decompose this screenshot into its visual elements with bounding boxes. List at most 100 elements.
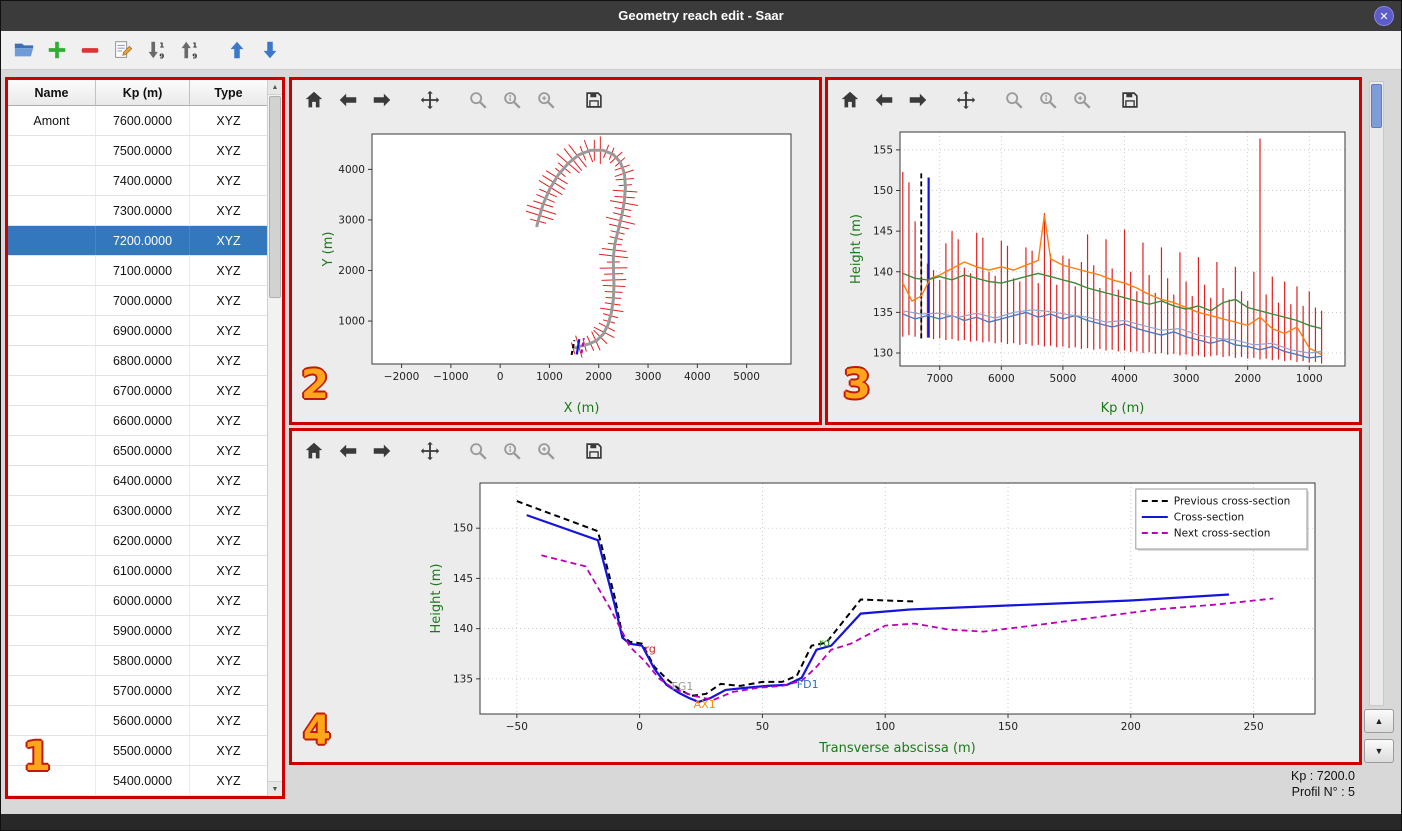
- pan-icon: [420, 90, 440, 110]
- table-scrollbar-thumb[interactable]: [269, 96, 281, 298]
- titlebar[interactable]: Geometry reach edit - Saar ✕: [1, 1, 1401, 31]
- table-row[interactable]: Amont 7600.0000 XYZ: [8, 106, 268, 136]
- profile-down-button[interactable]: ▼: [1364, 739, 1394, 763]
- svg-text:3000: 3000: [338, 214, 365, 226]
- svg-text:Next cross-section: Next cross-section: [1174, 528, 1271, 540]
- long-profile-chart[interactable]: 7000 6000 5000 4000 3000 2000 1000 130 135 140 145…: [828, 120, 1359, 420]
- save-button[interactable]: [580, 85, 610, 115]
- pan-button[interactable]: [952, 85, 982, 115]
- table-row[interactable]: 6300.0000 XYZ: [8, 496, 268, 526]
- table-scrollbar[interactable]: ▲ ▼: [267, 80, 282, 796]
- table-cell-type: XYZ: [190, 166, 268, 195]
- forward-button[interactable]: [368, 436, 398, 466]
- table-cell-type: XYZ: [190, 316, 268, 345]
- bottom-bar: [1, 814, 1401, 830]
- table-row[interactable]: 6600.0000 XYZ: [8, 406, 268, 436]
- svg-text:150: 150: [453, 523, 473, 535]
- table-cell-kp: 5500.0000: [96, 736, 190, 765]
- table-row[interactable]: 5600.0000 XYZ: [8, 706, 268, 736]
- home-button[interactable]: [836, 85, 866, 115]
- table-row[interactable]: 5800.0000 XYZ: [8, 646, 268, 676]
- table-row[interactable]: 6400.0000 XYZ: [8, 466, 268, 496]
- app-window: Geometry reach edit - Saar ✕ 19 19 Name …: [0, 0, 1402, 831]
- forward-button[interactable]: [368, 85, 398, 115]
- svg-text:1: 1: [192, 40, 197, 49]
- home-button[interactable]: [300, 436, 330, 466]
- table-row[interactable]: 7400.0000 XYZ: [8, 166, 268, 196]
- plan-view-chart[interactable]: −2000 −1000 0 1000 2000 3000 4000 5000 1000 2000 3…: [292, 120, 819, 420]
- table-row[interactable]: 7000.0000 XYZ: [8, 286, 268, 316]
- edit-profile-button[interactable]: [110, 36, 138, 64]
- table-row[interactable]: 6000.0000 XYZ: [8, 586, 268, 616]
- sort-up-button[interactable]: 19: [176, 36, 204, 64]
- table-cell-type: XYZ: [190, 676, 268, 705]
- table-cell-kp: 5400.0000: [96, 766, 190, 795]
- open-file-button[interactable]: [11, 36, 39, 64]
- folder-icon: [14, 43, 34, 57]
- table-cell-type: XYZ: [190, 766, 268, 795]
- svg-text:3000: 3000: [1173, 373, 1200, 385]
- table-cell-type: XYZ: [190, 466, 268, 495]
- zoom-button[interactable]: [464, 85, 494, 115]
- table-row[interactable]: 6200.0000 XYZ: [8, 526, 268, 556]
- pan-button[interactable]: [416, 85, 446, 115]
- back-button[interactable]: [334, 436, 364, 466]
- sort-down-button[interactable]: 19: [143, 36, 171, 64]
- table-row[interactable]: 5700.0000 XYZ: [8, 676, 268, 706]
- window-scrollbar-thumb[interactable]: [1371, 84, 1382, 128]
- table-row[interactable]: 6500.0000 XYZ: [8, 436, 268, 466]
- home-button[interactable]: [300, 85, 330, 115]
- zoom-button[interactable]: [464, 436, 494, 466]
- column-header-kp[interactable]: Kp (m): [96, 80, 190, 106]
- long-profile-panel: 7000 6000 5000 4000 3000 2000 1000 130 135 140 145…: [825, 77, 1362, 425]
- add-profile-button[interactable]: [44, 36, 72, 64]
- zoom-info-button[interactable]: [498, 436, 528, 466]
- column-header-name[interactable]: Name: [8, 80, 96, 106]
- remove-profile-button[interactable]: [77, 36, 105, 64]
- zoom-rect-button[interactable]: [532, 436, 562, 466]
- table-row[interactable]: 6100.0000 XYZ: [8, 556, 268, 586]
- scroll-up-icon[interactable]: ▲: [268, 80, 282, 95]
- move-up-button[interactable]: [224, 36, 252, 64]
- zoom-rect-button[interactable]: [1068, 85, 1098, 115]
- table-row[interactable]: 6900.0000 XYZ: [8, 316, 268, 346]
- table-cell-type: XYZ: [190, 196, 268, 225]
- move-down-button[interactable]: [257, 36, 285, 64]
- save-button[interactable]: [1116, 85, 1146, 115]
- table-row[interactable]: 7300.0000 XYZ: [8, 196, 268, 226]
- table-row[interactable]: 6700.0000 XYZ: [8, 376, 268, 406]
- svg-text:150: 150: [998, 721, 1018, 733]
- table-cell-type: XYZ: [190, 346, 268, 375]
- zoom-info-icon: [504, 92, 521, 109]
- plan-view-panel: −2000 −1000 0 1000 2000 3000 4000 5000 1000 2000 3…: [289, 77, 822, 425]
- table-cell-kp: 6700.0000: [96, 376, 190, 405]
- table-row[interactable]: 6800.0000 XYZ: [8, 346, 268, 376]
- zoom-button[interactable]: [1000, 85, 1030, 115]
- close-button[interactable]: ✕: [1374, 6, 1394, 26]
- table-cell-type: XYZ: [190, 406, 268, 435]
- svg-text:1000: 1000: [536, 371, 563, 383]
- scroll-down-icon[interactable]: ▼: [268, 781, 282, 796]
- back-button[interactable]: [334, 85, 364, 115]
- table-row[interactable]: 7100.0000 XYZ: [8, 256, 268, 286]
- forward-button[interactable]: [904, 85, 934, 115]
- zoom-rect-button[interactable]: [532, 85, 562, 115]
- back-button[interactable]: [870, 85, 900, 115]
- svg-text:145: 145: [873, 226, 893, 238]
- table-row[interactable]: 7200.0000 XYZ: [8, 226, 268, 256]
- home-icon: [841, 91, 859, 108]
- profile-up-button[interactable]: ▲: [1364, 709, 1394, 733]
- window-scrollbar[interactable]: [1369, 81, 1384, 706]
- zoom-info-button[interactable]: [498, 85, 528, 115]
- home-icon: [305, 91, 323, 108]
- column-header-type[interactable]: Type: [190, 80, 268, 106]
- svg-text:2000: 2000: [1234, 373, 1261, 385]
- cross-section-chart[interactable]: −50 0 50 100 150 200 250 135 140 145 150 Transverse…: [292, 471, 1359, 760]
- plan-toolbar: [292, 80, 819, 120]
- pan-button[interactable]: [416, 436, 446, 466]
- save-button[interactable]: [580, 436, 610, 466]
- svg-text:145: 145: [453, 573, 473, 585]
- table-row[interactable]: 5900.0000 XYZ: [8, 616, 268, 646]
- table-row[interactable]: 7500.0000 XYZ: [8, 136, 268, 166]
- zoom-info-button[interactable]: [1034, 85, 1064, 115]
